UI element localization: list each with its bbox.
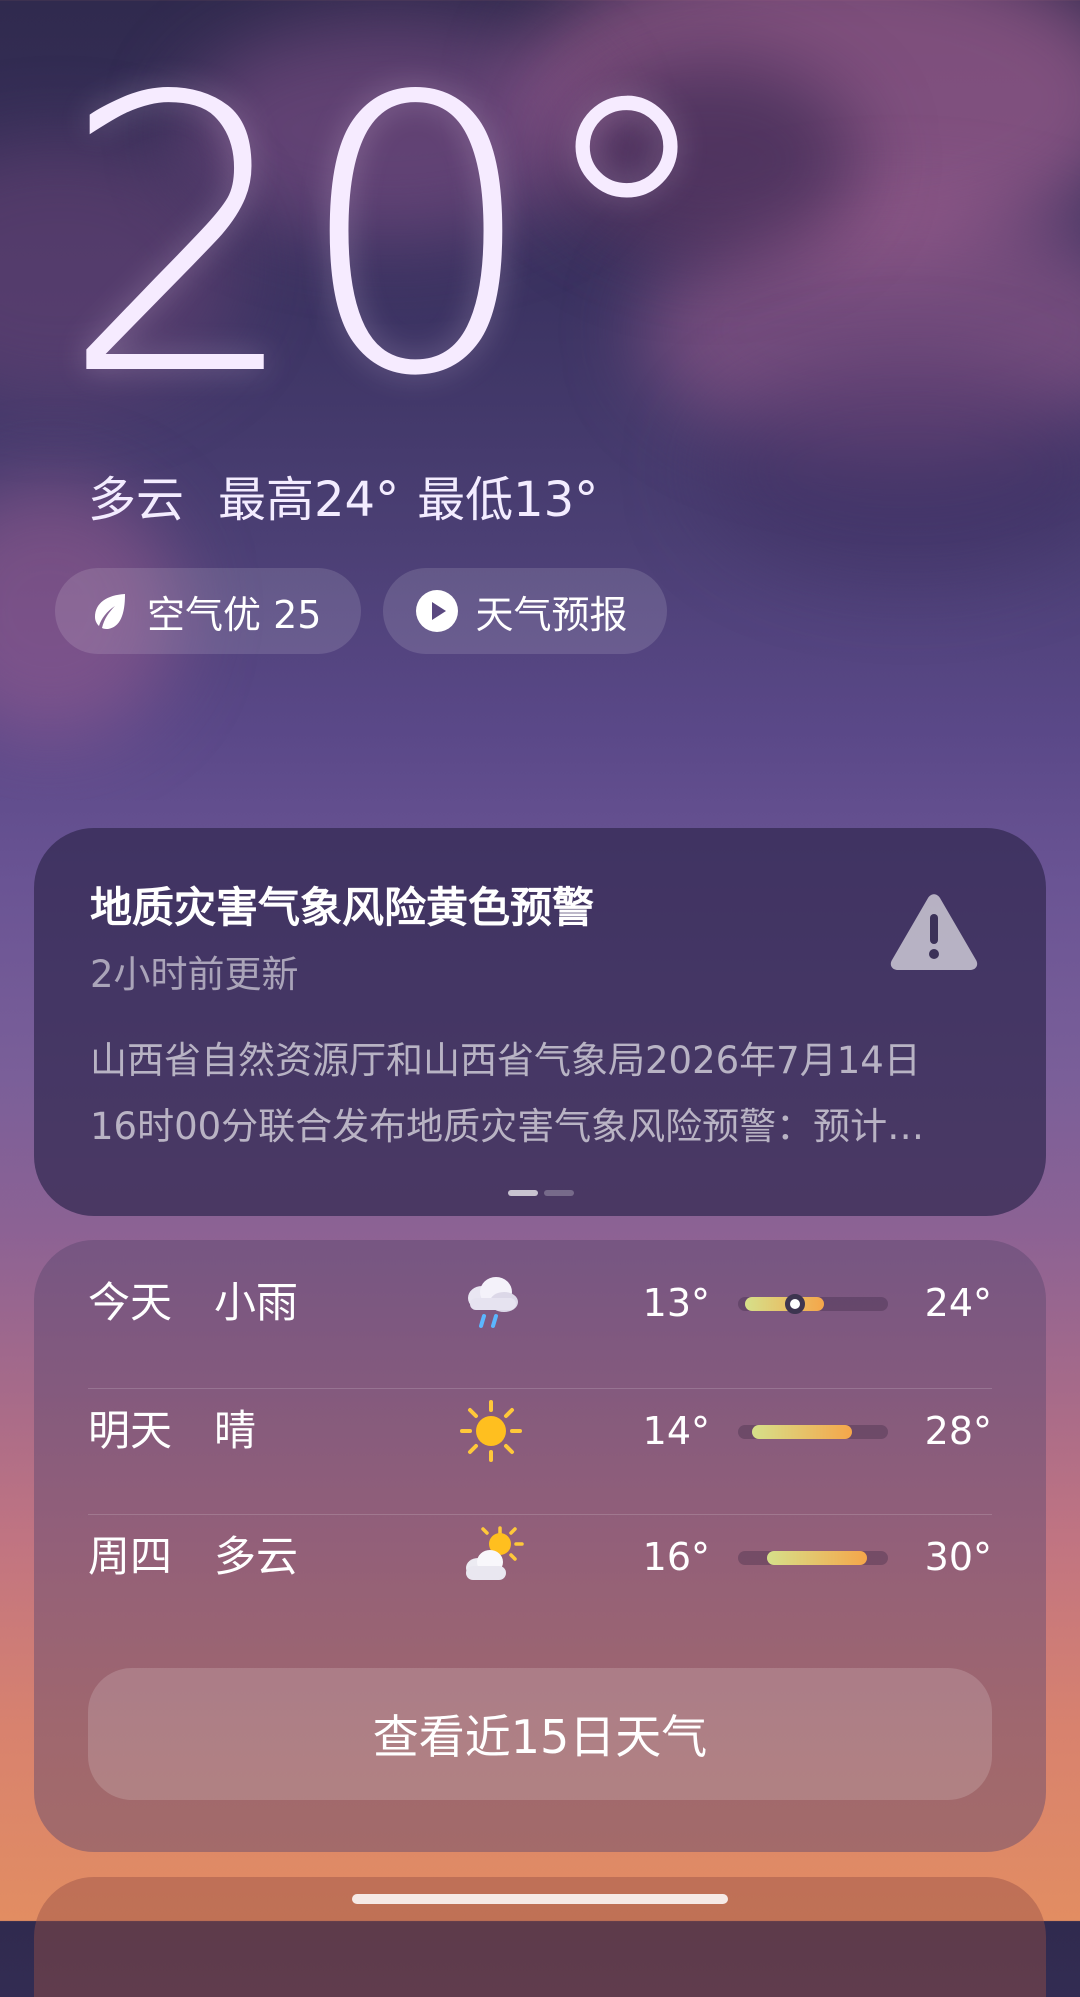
leaf-icon [87,589,131,633]
light-rain-icon [458,1270,524,1336]
air-quality-label: 空气优 25 [147,592,322,637]
forecast-day: 今天 [88,1278,173,1327]
forecast-condition: 多云 [214,1532,299,1581]
pager-dot [544,1190,574,1196]
home-indicator[interactable] [352,1894,728,1904]
temperature-range-bar [738,1294,888,1314]
forecast-condition: 小雨 [214,1278,299,1327]
air-quality-chip[interactable]: 空气优 25 [55,568,362,654]
daily-forecast-card: 今天 小雨 13° 24° 明天 晴 14° 28° 周四 多云 16° 30°… [34,1240,1046,1852]
alert-title: 地质灾害气象风险黄色预警 [90,883,595,932]
temperature-range-fill [766,1551,867,1565]
alert-pager [508,1190,574,1196]
current-condition: 多云 [88,472,185,528]
forecast-row-thursday[interactable]: 周四 多云 16° 30° [88,1494,992,1620]
temperature-range-bar [738,1551,888,1565]
alert-body-line-1: 山西省自然资源厅和山西省气象局2026年7月14日 [90,1039,921,1082]
sunny-icon [458,1398,524,1464]
forecast-high: 24° [924,1281,992,1325]
forecast-row-tomorrow[interactable]: 明天 晴 14° 28° [88,1368,992,1494]
weather-forecast-label: 天气预报 [475,592,628,637]
forecast-high: 28° [924,1409,992,1453]
alert-updated-time: 2小时前更新 [90,953,299,996]
high-temperature: 最高24° [218,472,400,528]
partly-cloudy-icon [458,1524,524,1590]
current-temperature: 20° [60,16,722,459]
play-circle-icon [415,589,459,633]
forecast-low: 14° [642,1409,710,1453]
forecast-high: 30° [924,1535,992,1579]
weather-alert-card[interactable]: 地质灾害气象风险黄色预警 2小时前更新 山西省自然资源厅和山西省气象局2026年… [34,828,1046,1216]
weather-forecast-chip[interactable]: 天气预报 [383,568,668,654]
forecast-day: 明天 [88,1406,173,1455]
alert-body: 山西省自然资源厅和山西省气象局2026年7月14日 16时00分联合发布地质灾害… [90,1028,990,1160]
current-condition-summary: 多云 最高24° 最低13° [88,470,598,530]
forecast-low: 16° [642,1535,710,1579]
warning-triangle-icon [888,890,980,972]
temperature-range-fill [752,1425,853,1439]
forecast-low: 13° [642,1281,710,1325]
quick-chips: 空气优 25 天气预报 [55,568,668,654]
forecast-row-today[interactable]: 今天 小雨 13° 24° [88,1240,992,1366]
forecast-day: 周四 [88,1532,173,1581]
low-temperature: 最低13° [417,472,599,528]
view-15-day-forecast-button[interactable]: 查看近15日天气 [88,1668,992,1800]
alert-body-line-2: 16时00分联合发布地质灾害气象风险预警：预计… [90,1105,925,1148]
temperature-range-bar [738,1425,888,1439]
pager-dot-active [508,1190,538,1196]
forecast-condition: 晴 [214,1406,257,1455]
current-temperature-marker [785,1294,806,1314]
